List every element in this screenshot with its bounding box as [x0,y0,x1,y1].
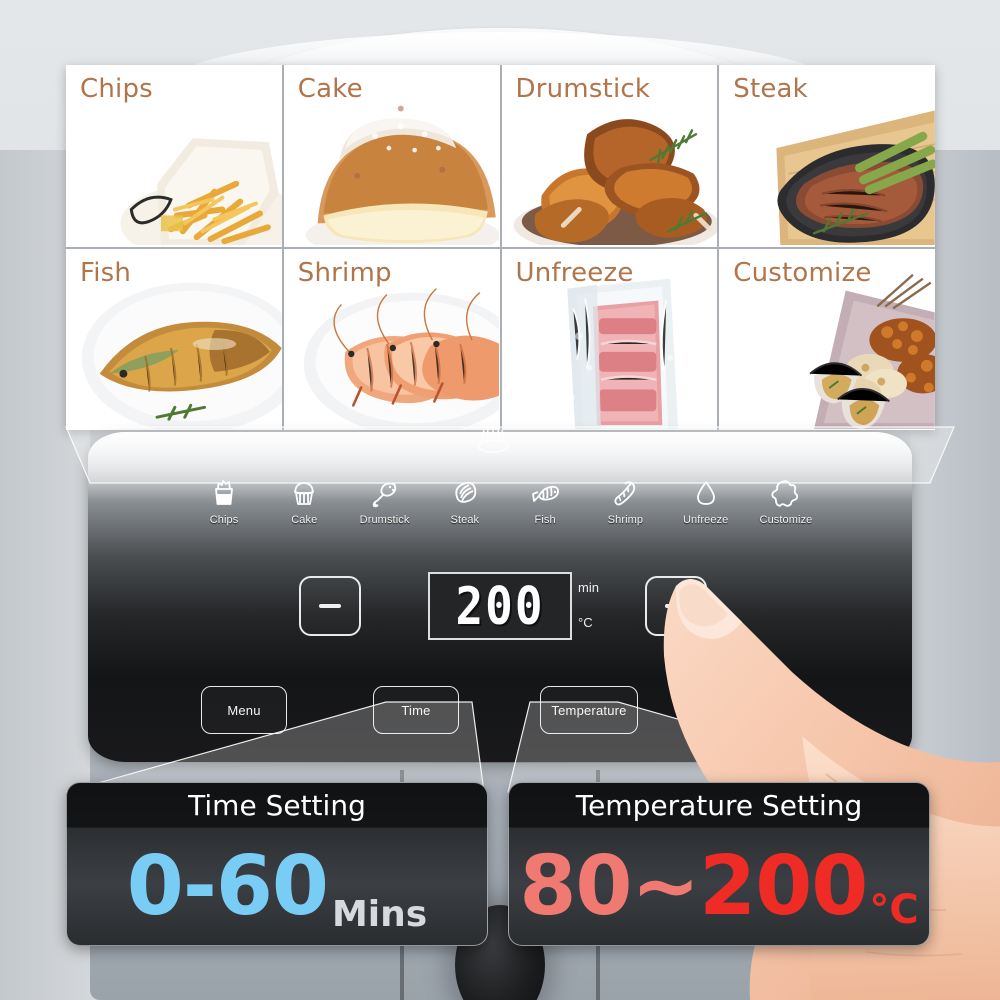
basket-icon [477,427,509,453]
unit-minutes-label: min [578,580,599,595]
lcd-display: 200 [428,572,572,640]
time-button[interactable]: Time [373,686,459,734]
temperature-button[interactable]: Temperature [540,686,638,734]
food-label: Unfreeze [515,257,634,288]
time-range-value: 0-60 [126,839,329,935]
temperature-low-value: 80~ [519,839,700,935]
shrimp-icon [614,481,636,506]
preset-label: Drumstick [359,514,410,526]
control-button-row: Menu Time Temperature Start/Pause [88,686,912,736]
food-cell-cake[interactable]: Cake [283,65,500,247]
preset-label: Cake [291,514,318,526]
food-cell-unfreeze[interactable]: Unfreeze [501,248,718,430]
start-pause-button[interactable]: Start/Pause [713,686,805,734]
temperature-high-value: 200 [699,839,868,935]
food-label: Shrimp [297,257,392,288]
screenshot-stage: Chips Cake Drumstick Steak Fish Shrimp U… [0,0,1000,1000]
steak-icon [455,481,477,503]
time-setting-title: Time Setting [188,789,366,822]
fries-icon [215,480,233,505]
food-label: Fish [80,257,132,288]
custom-icon [771,480,799,507]
food-cell-chips[interactable]: Chips [66,65,282,247]
preset-label: Shrimp [607,514,644,526]
food-cell-steak[interactable]: Steak [719,65,935,247]
preset-fish[interactable]: Fish [506,478,584,526]
unit-celsius-label: °C [578,615,593,630]
food-label: Steak [733,74,808,104]
decrease-button[interactable] [299,576,361,636]
cupcake-icon [294,482,315,505]
lcd-value: 200 [455,575,545,637]
time-setting-body: 0-60 Mins [67,829,487,945]
food-label: Drumstick [515,74,651,104]
preset-chips[interactable]: Chips [185,478,263,526]
minus-icon [319,595,341,617]
time-unit-label: Mins [331,894,428,935]
food-label: Customize [733,257,872,288]
temperature-setting-body: 80~ 200 °C [509,829,929,945]
drumstick-icon [372,482,396,508]
preset-cake[interactable]: Cake [265,478,343,526]
preset-icon-row: Chips Cake Drumstick Steak Fish Shrimp U… [185,478,825,540]
preset-unfreeze[interactable]: Unfreeze [667,478,745,526]
fish-icon [532,485,560,502]
temperature-unit-label: °C [869,887,919,933]
menu-button[interactable]: Menu [201,686,287,734]
preset-label: Customize [759,514,813,526]
water-drop-icon [696,481,715,505]
food-cell-drumstick[interactable]: Drumstick [501,65,718,247]
preset-label: Fish [534,514,556,526]
time-setting-card: Time Setting 0-60 Mins [66,782,488,946]
preset-shrimp[interactable]: Shrimp [586,478,664,526]
temperature-setting-title: Temperature Setting [575,789,863,822]
food-label: Chips [80,74,153,104]
food-label: Cake [297,74,363,104]
preset-label: Chips [209,514,239,526]
preset-customize[interactable]: Customize [747,478,825,526]
food-preset-grid: Chips Cake Drumstick Steak Fish Shrimp U… [66,65,935,430]
food-cell-shrimp[interactable]: Shrimp [283,248,500,430]
increase-button[interactable] [645,576,707,636]
plus-icon [665,595,687,617]
food-cell-customize[interactable]: Customize [719,248,935,430]
preset-label: Unfreeze [682,514,729,526]
preset-steak[interactable]: Steak [426,478,504,526]
preset-label: Steak [450,514,480,526]
food-cell-fish[interactable]: Fish [66,248,282,430]
temperature-setting-card: Temperature Setting 80~ 200 °C [508,782,930,946]
preset-drumstick[interactable]: Drumstick [346,478,424,526]
